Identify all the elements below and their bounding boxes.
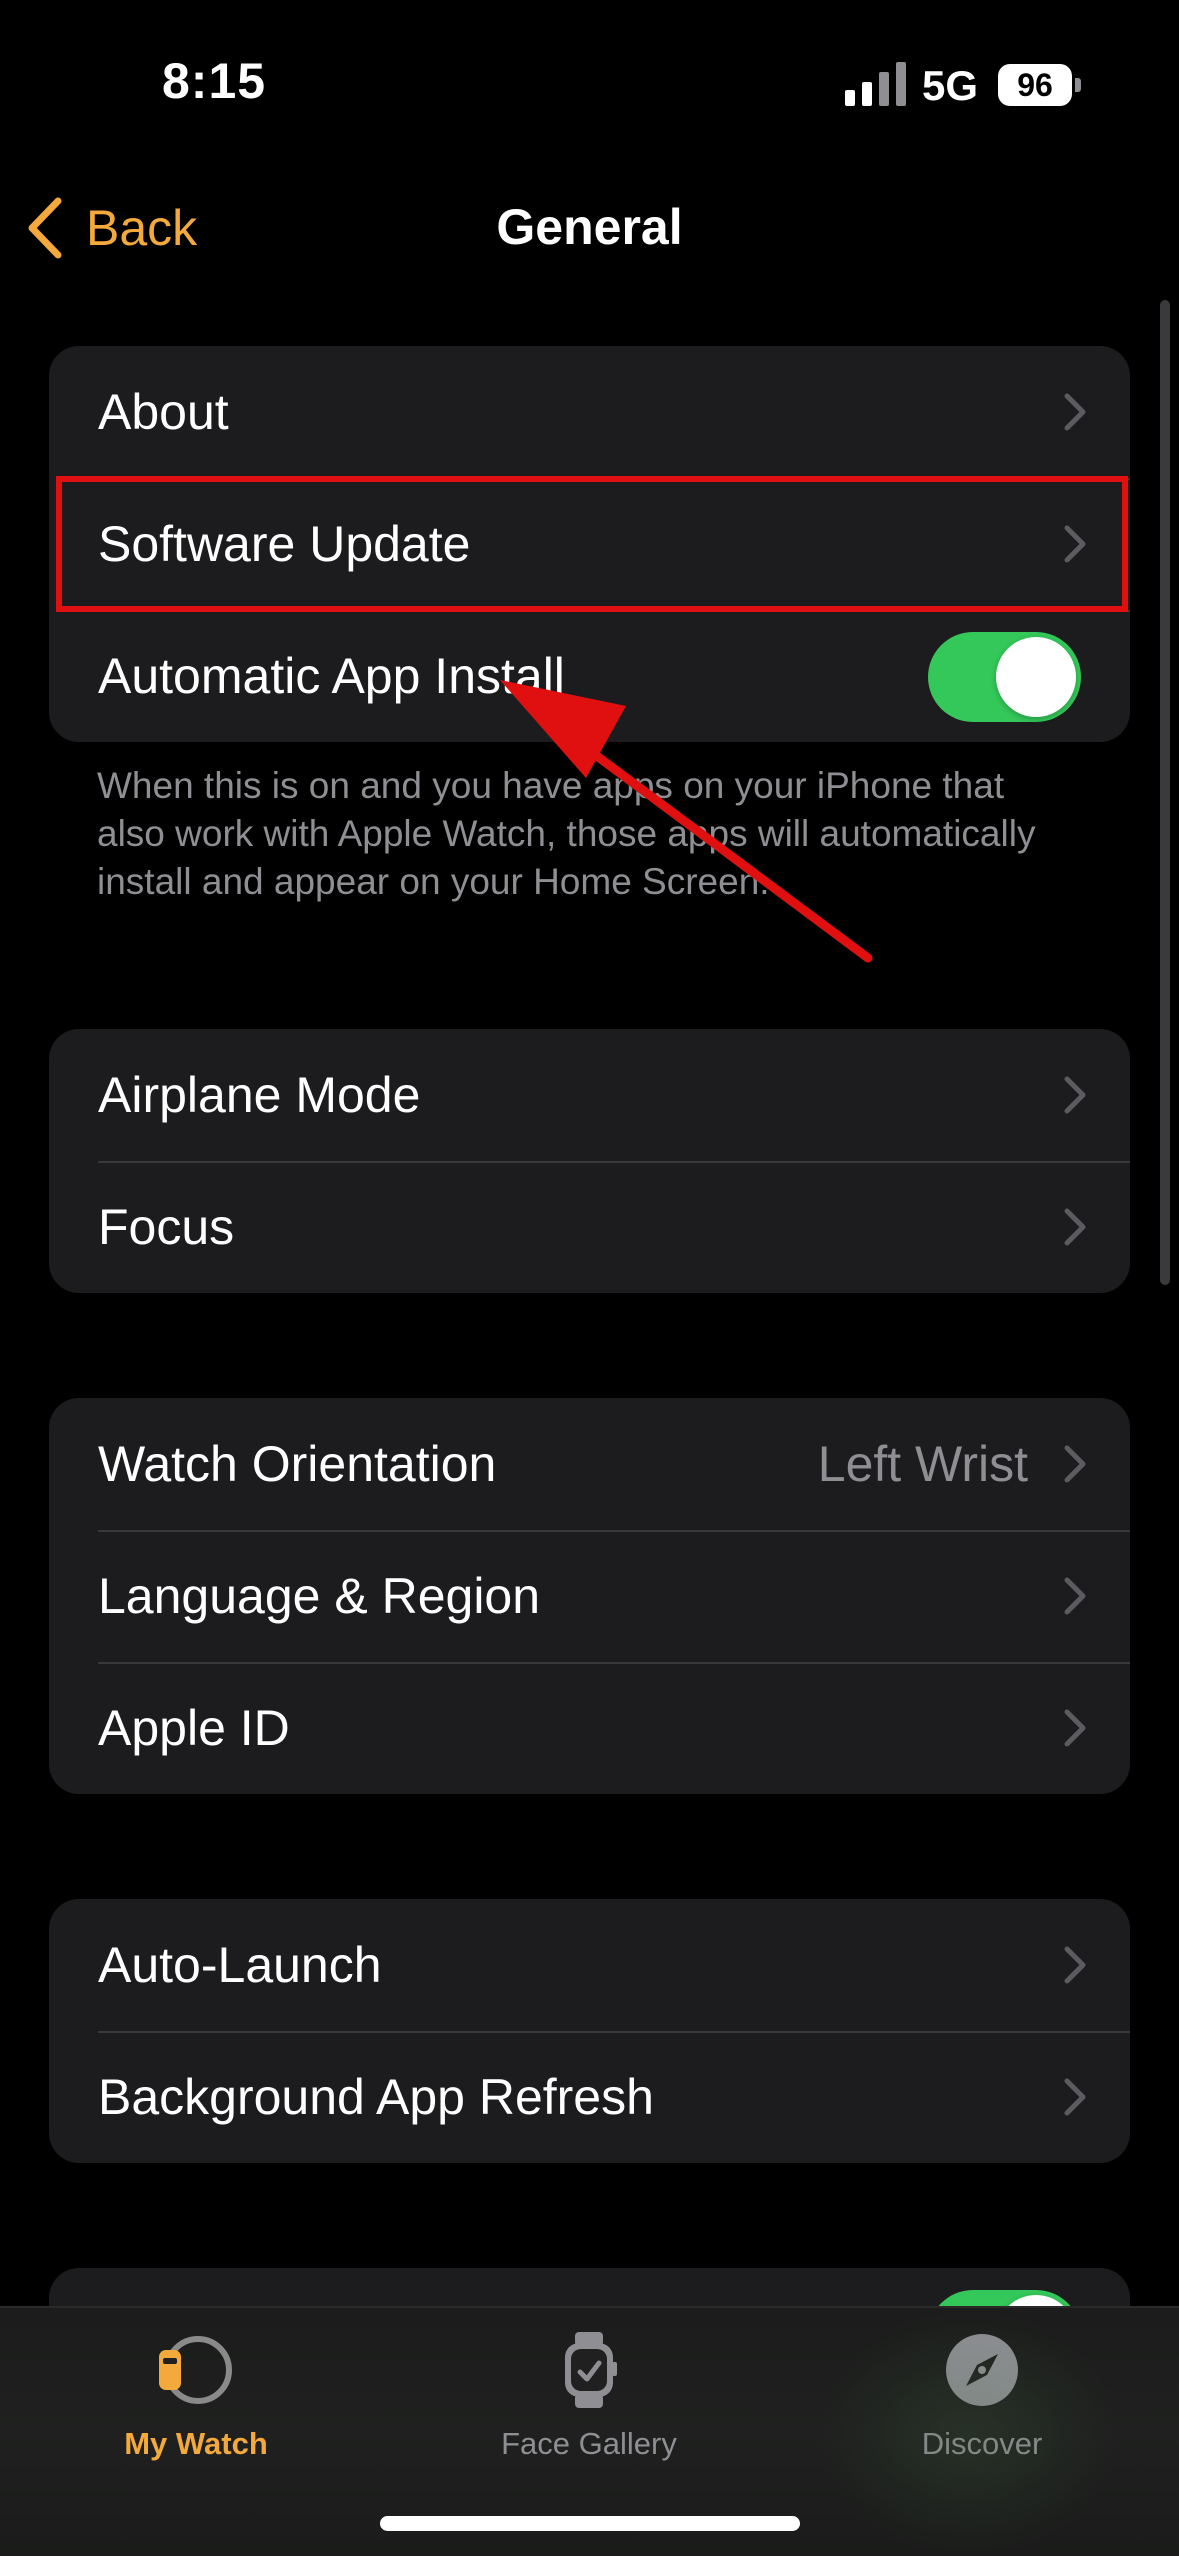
row-focus[interactable]: Focus bbox=[49, 1161, 1130, 1293]
row-about[interactable]: About bbox=[49, 346, 1130, 478]
automatic-install-footnote: When this is on and you have apps on you… bbox=[97, 765, 1036, 902]
screen: 8:15 5G 96 Back General About Software U… bbox=[0, 0, 1179, 2556]
tab-label: Discover bbox=[921, 2426, 1043, 2461]
battery-tip bbox=[1075, 78, 1081, 92]
row-watch-orientation[interactable]: Watch Orientation Left Wrist bbox=[49, 1398, 1130, 1530]
page-title: General bbox=[496, 199, 683, 255]
cellular-signal-icon bbox=[845, 62, 906, 106]
row-label: Apple ID bbox=[98, 1700, 290, 1756]
row-label: Focus bbox=[98, 1199, 235, 1255]
watch-face-icon bbox=[159, 2336, 232, 2404]
row-auto-launch[interactable]: Auto-Launch bbox=[49, 1899, 1130, 2031]
row-airplane-mode[interactable]: Airplane Mode bbox=[49, 1029, 1130, 1161]
row-software-update[interactable]: Software Update bbox=[49, 478, 1130, 610]
battery-level: 96 bbox=[998, 64, 1072, 106]
chevron-right-icon bbox=[1064, 1076, 1086, 1114]
row-label: Watch Orientation bbox=[98, 1436, 497, 1492]
status-time: 8:15 bbox=[162, 53, 267, 109]
settings-group-connectivity: Airplane Mode Focus bbox=[49, 1029, 1130, 1293]
scroll-indicator[interactable] bbox=[1160, 300, 1170, 1285]
chevron-right-icon bbox=[1064, 393, 1086, 431]
chevron-right-icon bbox=[1064, 525, 1086, 563]
tab-face-gallery[interactable]: Face Gallery bbox=[439, 2330, 739, 2490]
battery-icon: 96 bbox=[998, 64, 1082, 106]
chevron-right-icon bbox=[1064, 1709, 1086, 1747]
row-label: Language & Region bbox=[98, 1568, 541, 1624]
watch-icon bbox=[565, 2332, 617, 2408]
row-label: About bbox=[98, 384, 229, 440]
row-label: Automatic App Install bbox=[98, 648, 565, 704]
settings-group-preferences: Watch Orientation Left Wrist Language & … bbox=[49, 1398, 1130, 1794]
row-label: Software Update bbox=[98, 516, 471, 572]
row-background-app-refresh[interactable]: Background App Refresh bbox=[49, 2031, 1130, 2163]
tab-discover[interactable]: Discover bbox=[832, 2330, 1132, 2490]
row-language-region[interactable]: Language & Region bbox=[49, 1530, 1130, 1662]
automatic-app-install-toggle[interactable] bbox=[928, 632, 1081, 722]
row-label: Auto-Launch bbox=[98, 1937, 382, 1993]
settings-group-apps: Auto-Launch Background App Refresh bbox=[49, 1899, 1130, 2163]
chevron-right-icon bbox=[1064, 1445, 1086, 1483]
chevron-right-icon bbox=[1064, 1946, 1086, 1984]
chevron-right-icon bbox=[1064, 1208, 1086, 1246]
status-bar: 8:15 5G 96 bbox=[0, 0, 1179, 160]
navigation-bar: Back General bbox=[0, 170, 1179, 290]
network-type: 5G bbox=[922, 62, 979, 109]
row-label: Background App Refresh bbox=[98, 2069, 654, 2125]
home-indicator[interactable] bbox=[380, 2516, 800, 2531]
tab-my-watch[interactable]: My Watch bbox=[46, 2330, 346, 2490]
row-automatic-app-install: Automatic App Install bbox=[49, 610, 1130, 742]
row-label: Airplane Mode bbox=[98, 1067, 421, 1123]
compass-icon bbox=[946, 2334, 1018, 2406]
chevron-right-icon bbox=[1064, 2078, 1086, 2116]
settings-group-general: About Software Update Automatic App Inst… bbox=[49, 346, 1130, 742]
watch-orientation-value: Left Wrist bbox=[817, 1436, 1028, 1492]
tab-label: My Watch bbox=[124, 2426, 268, 2461]
chevron-right-icon bbox=[1064, 1577, 1086, 1615]
toggle-knob bbox=[996, 637, 1076, 717]
row-apple-id[interactable]: Apple ID bbox=[49, 1662, 1130, 1794]
tab-label: Face Gallery bbox=[501, 2426, 677, 2461]
